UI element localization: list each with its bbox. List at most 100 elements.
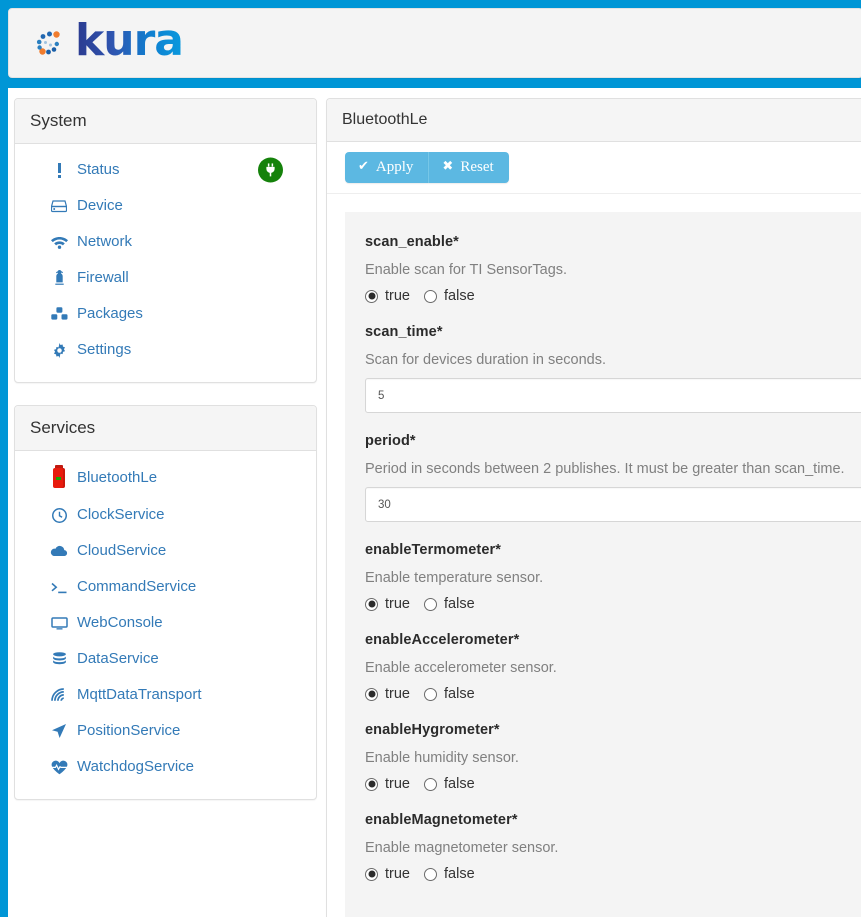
app-frame: kura System Status Device Network Firewa… xyxy=(0,0,861,917)
field-period: period* Period in seconds between 2 publ… xyxy=(365,433,861,522)
sidebar-item-mqttdatatransport[interactable]: MqttDataTransport xyxy=(15,677,316,713)
sidebar-item-label: PositionService xyxy=(77,722,181,739)
sidebar-item-label: DataService xyxy=(77,650,159,667)
plug-icon[interactable] xyxy=(258,157,283,183)
radio-false[interactable]: false xyxy=(424,596,475,612)
field-enable-magnetometer: enableMagnetometer* Enable magnetometer … xyxy=(365,812,861,882)
cloud-icon xyxy=(49,545,69,557)
reset-button[interactable]: ✖ Reset xyxy=(428,152,509,183)
radio-group: true false xyxy=(365,288,861,304)
database-icon xyxy=(49,651,69,667)
field-label: period* xyxy=(365,433,416,449)
radio-label: true xyxy=(385,288,410,304)
cubes-icon xyxy=(49,307,69,321)
sidebar-item-positionservice[interactable]: PositionService xyxy=(15,713,316,749)
field-description: Enable humidity sensor. xyxy=(365,750,519,766)
signal-icon xyxy=(49,688,69,702)
terminal-icon xyxy=(49,581,69,594)
field-enable-hygrometer: enableHygrometer* Enable humidity sensor… xyxy=(365,722,861,792)
radio-label: true xyxy=(385,776,410,792)
sidebar-item-watchdogservice[interactable]: WatchdogService xyxy=(15,749,316,785)
main-content: BluetoothLe ✔ Apply ✖ Reset scan_enable*… xyxy=(326,98,861,917)
radio-label: true xyxy=(385,686,410,702)
system-panel: System Status Device Network Firewall Pa… xyxy=(14,98,317,383)
services-panel-title: Services xyxy=(15,406,316,451)
sidebar-item-commandservice[interactable]: CommandService xyxy=(15,569,316,605)
sidebar-item-status[interactable]: Status xyxy=(15,152,316,188)
radio-group: true false xyxy=(365,776,861,792)
bluetooth-battery-icon xyxy=(49,465,69,488)
radio-false[interactable]: false xyxy=(424,686,475,702)
exclamation-icon xyxy=(49,162,69,178)
radio-indicator xyxy=(365,597,378,611)
radio-indicator xyxy=(365,777,378,791)
sidebar: System Status Device Network Firewall Pa… xyxy=(14,98,326,917)
sidebar-item-webconsole[interactable]: WebConsole xyxy=(15,605,316,641)
wifi-icon xyxy=(49,236,69,249)
radio-false[interactable]: false xyxy=(424,776,475,792)
radio-indicator xyxy=(424,687,437,701)
sidebar-item-network[interactable]: Network xyxy=(15,224,316,260)
services-panel: Services BluetoothLe ClockService CloudS… xyxy=(14,405,317,800)
sidebar-item-label: Device xyxy=(77,197,123,214)
sidebar-item-device[interactable]: Device xyxy=(15,188,316,224)
configuration-panel: BluetoothLe ✔ Apply ✖ Reset scan_enable*… xyxy=(326,98,861,917)
radio-true[interactable]: true xyxy=(365,596,410,612)
sidebar-item-bluetoothle[interactable]: BluetoothLe xyxy=(15,459,316,497)
radio-indicator xyxy=(365,867,378,881)
radio-indicator xyxy=(424,597,437,611)
configuration-form: scan_enable* Enable scan for TI SensorTa… xyxy=(345,212,861,917)
radio-false[interactable]: false xyxy=(424,288,475,304)
field-enable-accelerometer: enableAccelerometer* Enable acceleromete… xyxy=(365,632,861,702)
sidebar-item-label: Status xyxy=(77,161,120,178)
sidebar-item-label: WatchdogService xyxy=(77,758,194,775)
field-description: Enable magnetometer sensor. xyxy=(365,840,559,856)
check-icon: ✔ xyxy=(358,159,369,174)
radio-indicator xyxy=(424,289,437,303)
radio-true[interactable]: true xyxy=(365,686,410,702)
radio-label: true xyxy=(385,866,410,882)
radio-label: false xyxy=(444,596,475,612)
radio-group: true false xyxy=(365,596,861,612)
sidebar-item-label: Firewall xyxy=(77,269,129,286)
period-input[interactable] xyxy=(365,487,861,522)
radio-true[interactable]: true xyxy=(365,288,410,304)
times-icon: ✖ xyxy=(442,159,454,174)
sidebar-item-clockservice[interactable]: ClockService xyxy=(15,497,316,533)
system-panel-body: Status Device Network Firewall Packages … xyxy=(15,144,316,382)
sidebar-item-firewall[interactable]: Firewall xyxy=(15,260,316,296)
sidebar-item-label: Packages xyxy=(77,305,143,322)
heartbeat-icon xyxy=(49,760,69,775)
field-description: Enable accelerometer sensor. xyxy=(365,660,557,676)
field-scan-enable: scan_enable* Enable scan for TI SensorTa… xyxy=(365,234,861,304)
radio-group: true false xyxy=(365,866,861,882)
desktop-icon xyxy=(49,616,69,630)
content-area: System Status Device Network Firewall Pa… xyxy=(8,88,861,917)
toolbar-button-group: ✔ Apply ✖ Reset xyxy=(345,152,509,183)
scan-time-input[interactable] xyxy=(365,378,861,413)
sidebar-item-packages[interactable]: Packages xyxy=(15,296,316,332)
config-toolbar: ✔ Apply ✖ Reset xyxy=(327,142,861,194)
radio-false[interactable]: false xyxy=(424,866,475,882)
apply-button[interactable]: ✔ Apply xyxy=(345,152,429,183)
field-scan-time: scan_time* Scan for devices duration in … xyxy=(365,324,861,413)
radio-group: true false xyxy=(365,686,861,702)
radio-label: false xyxy=(444,776,475,792)
brand-logo[interactable]: kura xyxy=(31,15,184,66)
brand-name: kura xyxy=(75,15,184,66)
sidebar-item-cloudservice[interactable]: CloudService xyxy=(15,533,316,569)
field-label: scan_time* xyxy=(365,324,443,340)
fire-extinguisher-icon xyxy=(49,270,69,286)
radio-true[interactable]: true xyxy=(365,866,410,882)
field-description: Enable scan for TI SensorTags. xyxy=(365,262,568,278)
sidebar-item-label: BluetoothLe xyxy=(77,469,158,486)
sidebar-item-label: Settings xyxy=(77,341,132,358)
sidebar-item-label: ClockService xyxy=(77,506,165,523)
sidebar-item-label: MqttDataTransport xyxy=(77,686,202,703)
field-label: scan_enable* xyxy=(365,234,459,250)
sidebar-item-settings[interactable]: Settings xyxy=(15,332,316,368)
sidebar-item-dataservice[interactable]: DataService xyxy=(15,641,316,677)
field-description: Scan for devices duration in seconds. xyxy=(365,352,606,368)
page-title: BluetoothLe xyxy=(327,99,861,142)
radio-true[interactable]: true xyxy=(365,776,410,792)
